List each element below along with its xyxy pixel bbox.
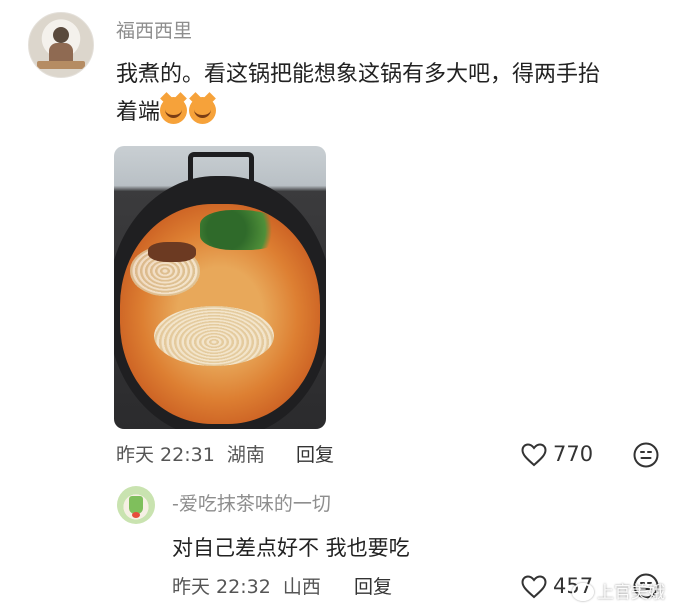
avatar-figure-body	[49, 43, 73, 63]
reply-meta: 昨天 22:32 山西	[172, 572, 327, 599]
comment-time: 昨天 22:31	[116, 444, 215, 466]
comment-like-count: 770	[553, 442, 594, 466]
avatar-matcha-dot	[132, 512, 140, 518]
comment-text-line1: 我煮的。看这锅把能想象这锅有多大吧，得两手抬	[116, 62, 601, 87]
comment-photo[interactable]	[114, 146, 326, 429]
reply-text: 对自己差点好不 我也要吃	[172, 536, 410, 560]
weibo-logo-icon	[572, 583, 594, 601]
reply-username[interactable]: -爱吃抹茶味的一切	[172, 489, 331, 516]
reply-avatar[interactable]	[117, 486, 155, 524]
comment-text-line2: 着端	[116, 100, 161, 125]
comment-location: 湖南	[226, 444, 265, 466]
avatar-figure-head	[53, 27, 69, 43]
reply-location: 山西	[282, 576, 321, 598]
heart-icon[interactable]	[521, 575, 547, 599]
commenter-username[interactable]: 福西西里	[116, 16, 192, 43]
meat	[148, 242, 196, 262]
noodles-center	[154, 306, 274, 366]
greens	[200, 210, 288, 250]
watermark-text: 上官美娥	[597, 583, 665, 603]
comment-reply-button[interactable]: 回复	[296, 440, 334, 467]
comment-meta: 昨天 22:31 湖南	[116, 440, 271, 467]
heart-icon[interactable]	[521, 443, 547, 467]
reply-reply-button[interactable]: 回复	[354, 572, 392, 599]
weibo-watermark: 上官美娥	[572, 578, 665, 603]
angry-cat-emoji-icon	[160, 97, 188, 124]
angry-cat-emoji-icon	[189, 97, 217, 124]
comment-text-line2-wrap: 着端	[116, 94, 676, 132]
reply-time: 昨天 22:32	[172, 576, 271, 598]
comment-text: 我煮的。看这锅把能想象这锅有多大吧，得两手抬 着端	[116, 56, 676, 132]
commenter-avatar[interactable]	[28, 12, 94, 78]
emoji-reaction-icon[interactable]	[633, 442, 659, 468]
avatar-figure-table	[37, 61, 85, 69]
